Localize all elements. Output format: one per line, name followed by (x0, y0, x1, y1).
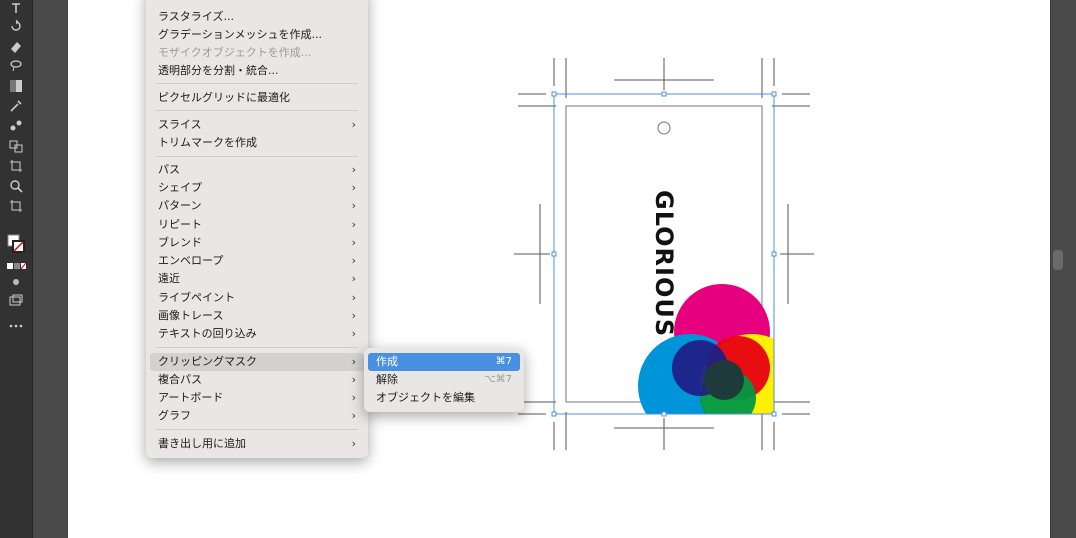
menu-separator (156, 83, 358, 84)
chevron-right-icon: › (351, 236, 356, 249)
color-mode-icon[interactable] (6, 258, 26, 274)
fill-stroke-icon[interactable] (6, 232, 26, 256)
menu-item-label: 遠近 (158, 272, 180, 285)
artboard-icon[interactable] (6, 198, 26, 214)
menu-item-gradient-mesh[interactable]: グラデーションメッシュを作成... (150, 26, 364, 44)
vertical-scrollbar[interactable] (1053, 250, 1063, 270)
menu-item-label: ピクセルグリッドに最適化 (158, 91, 290, 104)
more-tools-icon[interactable] (6, 318, 26, 334)
menu-item-text-wrap[interactable]: テキストの回り込み › (150, 325, 364, 343)
dark-overlap (704, 360, 744, 400)
menu-item-trim-marks[interactable]: トリムマークを作成 (150, 134, 364, 152)
menu-item-label: スライス (158, 118, 202, 131)
menu-item-compound-path[interactable]: 複合パス › (150, 371, 364, 389)
chevron-right-icon: › (351, 254, 356, 267)
menu-item-label: モザイクオブジェクトを作成... (158, 46, 312, 59)
clipping-mask-submenu: 作成 ⌘7 解除 ⌥⌘7 オブジェクトを編集 (364, 348, 524, 412)
menu-item-slice[interactable]: スライス › (150, 116, 364, 134)
menu-item-label: パス (158, 163, 180, 176)
menu-item-label: グラデーションメッシュを作成... (158, 28, 322, 41)
menu-item-label: シェイプ (158, 181, 202, 194)
menu-item-label: エンベロープ (158, 254, 224, 267)
chevron-right-icon: › (351, 355, 356, 368)
crop-icon[interactable] (6, 158, 26, 174)
rotate-icon[interactable] (6, 18, 26, 34)
menu-item-label: 書き出し用に追加 (158, 437, 246, 450)
menu-item-pixel-grid[interactable]: ピクセルグリッドに最適化 (150, 89, 364, 107)
object-menu: ラスタライズ... グラデーションメッシュを作成... モザイクオブジェクトを作… (146, 0, 368, 458)
menu-item-label: 画像トレース (158, 309, 224, 322)
draw-mode-icon[interactable] (6, 274, 26, 290)
chevron-right-icon: › (351, 181, 356, 194)
chevron-right-icon: › (351, 218, 356, 231)
chevron-right-icon: › (351, 118, 356, 131)
gradient-icon[interactable] (6, 78, 26, 94)
shape-builder-icon[interactable] (6, 138, 26, 154)
menu-item-perspective[interactable]: 遠近 › (150, 270, 364, 288)
menu-item-clipping-mask[interactable]: クリッピングマスク › (150, 353, 364, 371)
menu-item-label: ライブペイント (158, 291, 235, 304)
blend-icon[interactable] (6, 118, 26, 134)
screen-mode-icon[interactable] (6, 292, 26, 308)
chevron-right-icon: › (351, 163, 356, 176)
chevron-right-icon: › (351, 391, 356, 404)
menu-item-label: リピート (158, 218, 202, 231)
chevron-right-icon: › (351, 309, 356, 322)
chevron-right-icon: › (351, 199, 356, 212)
tag-artwork[interactable]: GLORIOUS (500, 50, 820, 460)
menu-item-label: トリムマークを作成 (158, 136, 257, 149)
chevron-right-icon: › (351, 409, 356, 422)
tools-panel (0, 0, 33, 538)
menu-item-flatten-transparency[interactable]: 透明部分を分割・統合... (150, 62, 364, 80)
menu-item-blend[interactable]: ブレンド › (150, 234, 364, 252)
chevron-right-icon: › (351, 272, 356, 285)
menu-separator (156, 347, 358, 348)
menu-item-label: ラスタライズ... (158, 10, 234, 23)
menu-item-add-to-export[interactable]: 書き出し用に追加 › (150, 435, 364, 453)
menu-separator (156, 110, 358, 111)
chevron-right-icon: › (351, 437, 356, 450)
submenu-item-label: 作成 (376, 355, 398, 368)
menu-item-envelope[interactable]: エンベロープ › (150, 252, 364, 270)
submenu-item-make[interactable]: 作成 ⌘7 (368, 353, 520, 371)
menu-item-rasterize[interactable]: ラスタライズ... (150, 8, 364, 26)
type-tool-icon[interactable] (6, 0, 26, 16)
menu-item-path[interactable]: パス › (150, 161, 364, 179)
chevron-right-icon: › (351, 373, 356, 386)
eyedropper-icon[interactable] (6, 98, 26, 114)
menu-item-graph[interactable]: グラフ › (150, 407, 364, 425)
menu-item-label: クリッピングマスク (158, 355, 257, 368)
menu-separator (156, 429, 358, 430)
menu-item-repeat[interactable]: リピート › (150, 216, 364, 234)
chevron-right-icon: › (351, 291, 356, 304)
submenu-item-edit-contents[interactable]: オブジェクトを編集 (368, 389, 520, 407)
submenu-item-release[interactable]: 解除 ⌥⌘7 (368, 371, 520, 389)
menu-item-label: 複合パス (158, 373, 202, 386)
pasteboard-left (33, 0, 68, 538)
menu-item-label: アートボード (158, 391, 224, 404)
menu-item-shape[interactable]: シェイプ › (150, 179, 364, 197)
chevron-right-icon: › (351, 327, 356, 340)
menu-item-label: パターン (158, 199, 202, 212)
menu-item-image-trace[interactable]: 画像トレース › (150, 307, 364, 325)
menu-separator (156, 156, 358, 157)
menu-item-pattern[interactable]: パターン › (150, 197, 364, 215)
shortcut-label: ⌘7 (495, 356, 512, 367)
lasso-icon[interactable] (6, 58, 26, 74)
menu-item-label: ブレンド (158, 236, 202, 249)
menu-item-live-paint[interactable]: ライブペイント › (150, 289, 364, 307)
submenu-item-label: 解除 (376, 373, 398, 386)
submenu-item-label: オブジェクトを編集 (376, 391, 475, 404)
menu-item-label: 透明部分を分割・統合... (158, 64, 279, 77)
menu-item-artboards[interactable]: アートボード › (150, 389, 364, 407)
shortcut-label: ⌥⌘7 (484, 374, 512, 385)
menu-item-label: グラフ (158, 409, 191, 422)
menu-item-mosaic: モザイクオブジェクトを作成... (150, 44, 364, 62)
eraser-icon[interactable] (6, 38, 26, 54)
zoom-icon[interactable] (6, 178, 26, 194)
glorious-text: GLORIOUS (650, 190, 678, 337)
menu-item-label: テキストの回り込み (158, 327, 257, 340)
